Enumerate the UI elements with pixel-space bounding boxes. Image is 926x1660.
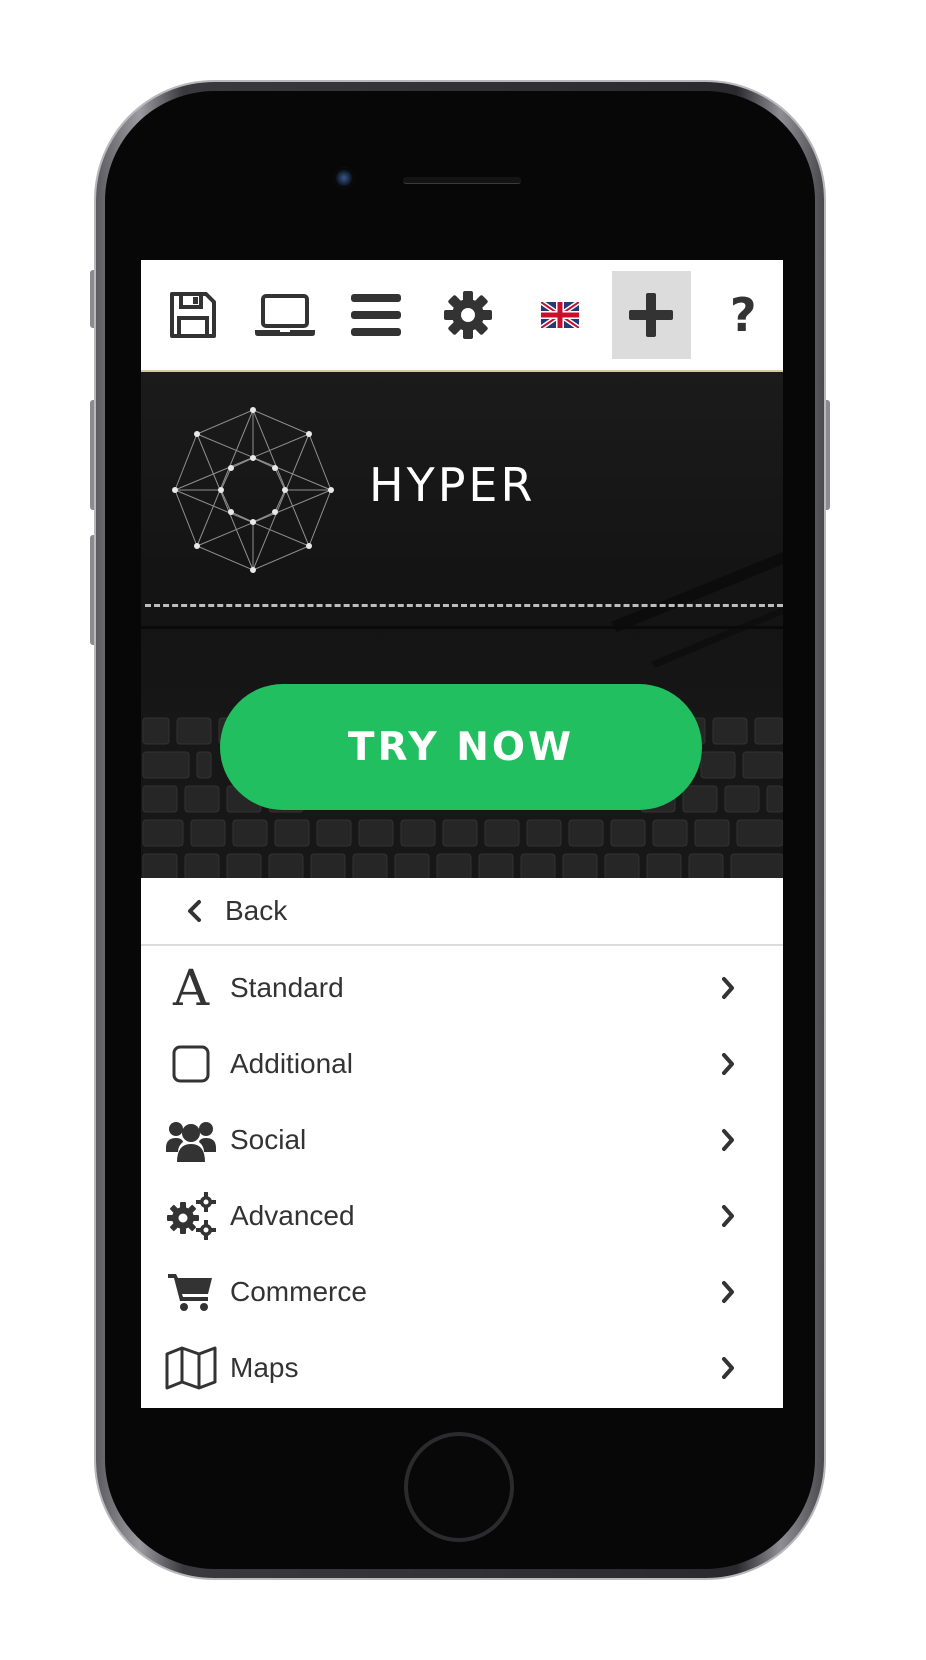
menu-icon [351, 294, 402, 336]
chevron-right-icon [722, 1205, 734, 1227]
hyper-logo-icon [172, 407, 334, 573]
menu-item-label: Commerce [230, 1276, 367, 1307]
chevron-right-icon [722, 1281, 734, 1303]
language-button[interactable] [520, 271, 600, 359]
menu-item-commerce[interactable]: Commerce [141, 1254, 783, 1330]
menu-item-label: Social [230, 1124, 307, 1155]
phone-screen: ? HYPER TRY NOW Back A Standard Addition… [141, 260, 783, 1408]
square-icon [163, 1036, 219, 1092]
home-button[interactable] [404, 1432, 514, 1542]
pages-menu-button[interactable] [336, 271, 416, 359]
chevron-right-icon [722, 1357, 734, 1379]
dashed-divider [145, 604, 783, 607]
menu-item-advanced[interactable]: Advanced [141, 1178, 783, 1254]
gears-icon [163, 1188, 219, 1244]
chevron-left-icon [188, 900, 201, 922]
menu-item-label: Standard [230, 972, 344, 1003]
earpiece-speaker [403, 177, 521, 184]
save-icon [169, 292, 216, 338]
chevron-right-icon [722, 1053, 734, 1075]
help-button[interactable]: ? [703, 271, 783, 359]
users-icon [163, 1112, 219, 1168]
desk-edge [141, 626, 783, 629]
menu-item-label: Maps [230, 1352, 299, 1383]
chevron-right-icon [722, 1129, 734, 1151]
menu-item-label: Additional [230, 1048, 353, 1079]
settings-button[interactable] [428, 271, 508, 359]
hero-banner: HYPER TRY NOW [141, 372, 783, 878]
editor-toolbar: ? [141, 260, 783, 372]
save-button[interactable] [153, 271, 233, 359]
front-camera [333, 167, 355, 189]
chevron-right-icon [722, 977, 734, 999]
menu-item-maps[interactable]: Maps [141, 1330, 783, 1406]
try-now-button[interactable]: TRY NOW [220, 684, 702, 810]
menu-item-standard[interactable]: A Standard [141, 950, 783, 1026]
menu-item-label: Advanced [230, 1200, 355, 1231]
help-icon: ? [729, 288, 757, 342]
add-element-button[interactable] [611, 271, 692, 359]
laptop-icon [254, 294, 315, 336]
gear-icon [444, 291, 493, 339]
plus-icon [629, 293, 674, 337]
back-label: Back [225, 895, 288, 926]
menu-item-social[interactable]: Social [141, 1102, 783, 1178]
cart-icon [163, 1264, 219, 1320]
font-icon: A [172, 959, 210, 1017]
menu-item-additional[interactable]: Additional [141, 1026, 783, 1102]
brand-title: HYPER [369, 458, 536, 512]
map-icon [163, 1340, 219, 1396]
uk-flag-icon [540, 302, 579, 328]
preview-button[interactable] [245, 271, 325, 359]
back-button[interactable]: Back [141, 878, 783, 946]
pencil-decoration [611, 552, 783, 668]
